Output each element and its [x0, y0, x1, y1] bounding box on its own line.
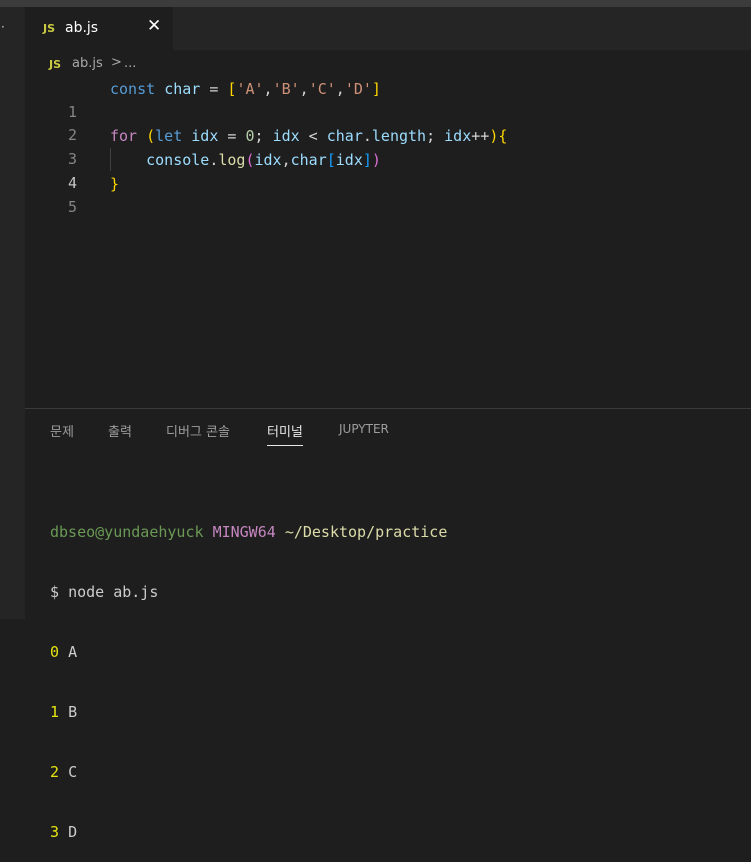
tab-label: ab.js — [65, 20, 99, 36]
code-text[interactable]: } — [110, 173, 119, 196]
code-text[interactable]: const char = ['A','B','C','D'] — [110, 78, 381, 101]
code-line-active: 4 console.log(idx,char[idx]) — [25, 149, 751, 192]
code-line: 5 } — [25, 173, 751, 216]
window-top-strip — [0, 0, 751, 7]
tab-output[interactable]: 출력 — [108, 421, 132, 440]
terminal-command: node ab.js — [68, 583, 159, 601]
code-line: 1 const char = ['A','B','C','D'] — [25, 78, 751, 121]
terminal-output-line: 2 C — [50, 763, 78, 781]
javascript-file-icon: JS — [49, 58, 62, 71]
terminal-prompt: $ — [50, 583, 60, 601]
terminal-path: ~/Desktop/practice — [284, 523, 448, 541]
tab-jupyter[interactable]: JUPYTER — [339, 422, 389, 436]
terminal-output-line: 0 A — [50, 643, 78, 661]
terminal-output[interactable]: dbseo@yundaehyuck MINGW64 ~/Desktop/prac… — [25, 482, 447, 862]
tab-debug-console[interactable]: 디버그 콘솔 — [166, 421, 230, 440]
line-number: 5 — [67, 198, 77, 216]
close-tab-icon[interactable]: ✕ — [147, 16, 161, 36]
code-text[interactable]: for (let idx = 0; idx < char.length; idx… — [110, 125, 507, 148]
code-text[interactable]: console.log(idx,char[idx]) — [110, 149, 381, 172]
terminal-system: MINGW64 — [212, 523, 276, 541]
editor-tab-ab-js[interactable]: JS ab.js ✕ — [25, 7, 173, 50]
tab-problems[interactable]: 문제 — [50, 421, 74, 440]
chevron-right-icon: > — [111, 55, 122, 70]
code-editor[interactable]: 1 const char = ['A','B','C','D'] 2 3 for… — [25, 78, 751, 408]
code-line: 3 for (let idx = 0; idx < char.length; i… — [25, 125, 751, 168]
breadcrumb-more[interactable]: ... — [124, 56, 136, 71]
terminal-output-line: 1 B — [50, 703, 78, 721]
breadcrumb-file[interactable]: ab.js — [72, 56, 103, 71]
more-dot-icon[interactable]: · — [1, 21, 5, 33]
indent-guide — [110, 148, 111, 171]
terminal-output-line: 3 D — [50, 823, 78, 841]
editor-tab-strip: JS ab.js ✕ — [25, 7, 751, 50]
javascript-file-icon: JS — [43, 22, 56, 35]
terminal-user: dbseo@yundaehyuck — [50, 523, 204, 541]
terminal-command-line: $ node ab.js — [50, 582, 447, 602]
tab-terminal[interactable]: 터미널 — [267, 421, 303, 446]
activity-bar: · — [0, 7, 25, 619]
terminal-prompt-line: dbseo@yundaehyuck MINGW64 ~/Desktop/prac… — [50, 522, 447, 542]
code-line: 2 — [25, 101, 751, 144]
